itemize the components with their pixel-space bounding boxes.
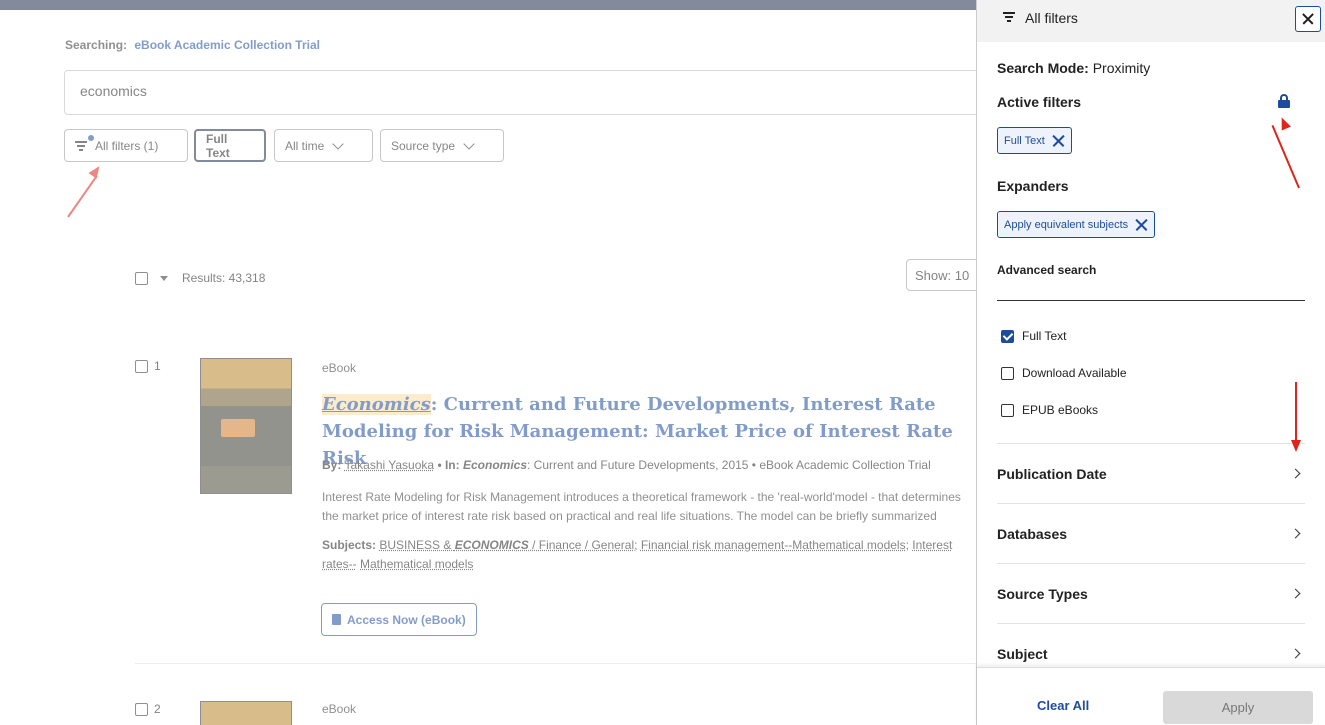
- show-per-page-dropdown[interactable]: Show: 10: [906, 259, 986, 291]
- full-text-label: Full Text: [206, 131, 230, 160]
- result-abstract: Interest Rate Modeling for Risk Manageme…: [322, 490, 961, 523]
- searching-context: Searching: eBook Academic Collection Tri…: [65, 38, 320, 52]
- all-filters-label: All filters (1): [95, 138, 159, 153]
- chevron-right-icon: [1290, 468, 1301, 479]
- filter-icon: [1003, 12, 1015, 22]
- chip-label: Apply equivalent subjects: [1004, 218, 1129, 231]
- chevron-down-icon: [332, 137, 345, 150]
- chevron-down-icon: [463, 137, 475, 150]
- in-label: • In:: [437, 458, 460, 472]
- checkbox-label: Full Text: [1022, 329, 1067, 343]
- all-time-label: All time: [285, 138, 325, 153]
- active-filters-heading: Active filters: [997, 94, 1082, 110]
- filter-icon: [75, 140, 87, 151]
- annotation-arrow-head-icon: [88, 163, 104, 179]
- searching-label: Searching:: [65, 38, 128, 52]
- annotation-arrow-head-icon: [1291, 440, 1301, 452]
- checkbox-label: EPUB eBooks: [1022, 403, 1099, 417]
- accordion-source-types[interactable]: Source Types: [997, 563, 1305, 623]
- annotation-arrow-line: [67, 175, 98, 218]
- checkbox[interactable]: [1001, 403, 1014, 417]
- accordion-label: Publication Date: [997, 465, 1107, 482]
- accordion-publication-date[interactable]: Publication Date: [997, 443, 1305, 503]
- select-all-checkbox[interactable]: [135, 271, 148, 285]
- author-link[interactable]: Takashi Yasuoka: [344, 458, 434, 472]
- result-byline: By: Takashi Yasuoka • In: Economics: Cur…: [322, 458, 982, 472]
- result-subjects: Subjects: BUSINESS & ECONOMICS / Finance…: [322, 536, 982, 576]
- result-type: eBook: [322, 361, 357, 375]
- panel-title: All filters: [1025, 10, 1078, 26]
- advanced-search-link[interactable]: Advanced search: [997, 263, 1096, 277]
- panel-header: All filters: [977, 0, 1325, 42]
- checkbox-epub-ebooks[interactable]: EPUB eBooks: [1001, 403, 1098, 417]
- accordion-databases[interactable]: Databases: [997, 503, 1305, 563]
- result-checkbox[interactable]: [135, 359, 148, 373]
- apply-button[interactable]: Apply: [1163, 691, 1313, 724]
- document-icon: [332, 614, 341, 625]
- by-label: By:: [322, 458, 342, 472]
- source-type-label: Source type: [391, 138, 456, 153]
- accordion-label: Source Types: [997, 585, 1088, 602]
- close-icon[interactable]: [1295, 6, 1321, 32]
- collection-link[interactable]: eBook Academic Collection Trial: [134, 38, 320, 52]
- result-type: eBook: [322, 702, 357, 716]
- search-mode-value: Proximity: [1092, 60, 1151, 76]
- lock-icon[interactable]: [1278, 94, 1290, 108]
- all-filters-button[interactable]: All filters (1): [64, 129, 188, 162]
- accordion-label: Subject: [997, 645, 1048, 662]
- results-bar: Results: 43,318: [135, 271, 265, 285]
- result-select: 1: [135, 359, 161, 373]
- result-select: 2: [135, 702, 161, 716]
- search-mode-label: Search Mode:: [997, 60, 1089, 76]
- search-input[interactable]: economics: [64, 70, 1024, 115]
- subject-link[interactable]: BUSINESS & ECONOMICS / Finance / General…: [379, 538, 637, 552]
- active-filter-chip[interactable]: Full Text: [997, 127, 1072, 154]
- access-now-button[interactable]: Access Now (eBook): [321, 603, 477, 636]
- book-cover-image[interactable]: [200, 358, 292, 494]
- in-highlight: Economics: [462, 458, 528, 472]
- chip-label: Full Text: [1004, 134, 1045, 147]
- checkbox-download-available[interactable]: Download Available: [1001, 366, 1127, 380]
- access-label: Access Now (eBook): [347, 612, 466, 627]
- expander-chip[interactable]: Apply equivalent subjects: [997, 211, 1156, 238]
- expanders-heading: Expanders: [997, 178, 1069, 194]
- book-cover-image[interactable]: [200, 701, 292, 725]
- checkbox-full-text[interactable]: Full Text: [1001, 329, 1066, 343]
- subjects-label: Subjects:: [322, 538, 377, 552]
- checkbox-label: Download Available: [1022, 366, 1127, 380]
- advanced-search-divider: [997, 300, 1305, 301]
- filters-panel: All filters Search Mode: Proximity Activ…: [976, 0, 1325, 725]
- all-time-dropdown[interactable]: All time: [274, 129, 373, 162]
- annotation-arrow-line: [1295, 382, 1297, 442]
- accordion-label: Databases: [997, 525, 1068, 542]
- results-count: Results: 43,318: [182, 271, 266, 285]
- caret-down-icon[interactable]: [160, 275, 168, 281]
- clear-all-button[interactable]: Clear All: [1037, 698, 1089, 713]
- checkbox[interactable]: [1001, 329, 1014, 343]
- subject-link[interactable]: Financial risk management--Mathematical …: [641, 538, 909, 552]
- remove-icon[interactable]: [1134, 218, 1148, 232]
- chevron-right-icon: [1290, 588, 1301, 599]
- checkbox[interactable]: [1001, 366, 1014, 380]
- search-mode: Search Mode: Proximity: [997, 60, 1150, 76]
- result-number: 2: [154, 702, 161, 716]
- result-number: 1: [154, 359, 161, 373]
- cover-graphic: [221, 419, 255, 437]
- result-divider: [135, 663, 980, 664]
- title-highlight: Economics: [322, 394, 431, 415]
- chevron-right-icon: [1290, 648, 1301, 659]
- remove-icon[interactable]: [1051, 134, 1065, 148]
- subject-link[interactable]: Mathematical models: [360, 557, 473, 571]
- in-rest: : Current and Future Developments, 2015 …: [527, 458, 931, 472]
- filter-active-dot-icon: [88, 135, 94, 141]
- full-text-filter-button[interactable]: Full Text: [194, 129, 266, 162]
- panel-footer: Clear All Apply: [977, 667, 1325, 725]
- source-type-dropdown[interactable]: Source type: [380, 129, 504, 162]
- chevron-right-icon: [1290, 528, 1301, 539]
- result-checkbox[interactable]: [135, 702, 148, 716]
